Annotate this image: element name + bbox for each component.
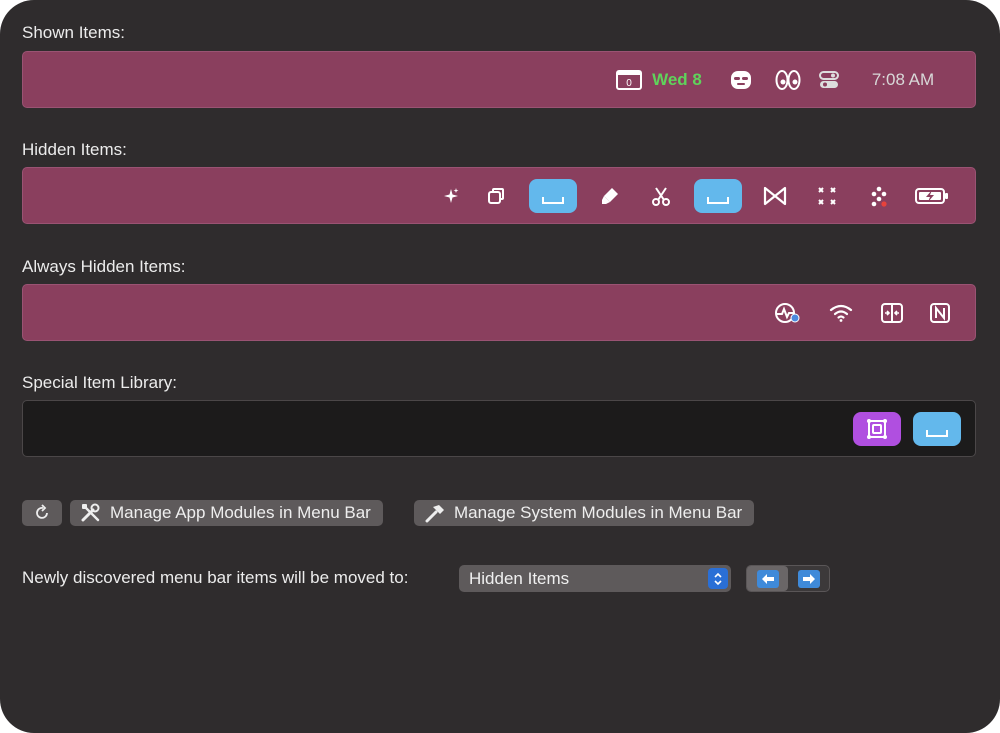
spacer-icon[interactable] bbox=[913, 411, 961, 446]
date-text: Wed 8 bbox=[652, 69, 702, 89]
spacer-icon[interactable] bbox=[694, 178, 742, 213]
destination-select[interactable]: Hidden Items bbox=[459, 565, 731, 592]
calendar-icon[interactable]: 0 bbox=[616, 69, 642, 90]
settings-window: Shown Items: 0 Wed 8 7:08 AM Hidden Item… bbox=[0, 0, 1000, 733]
destination-select-value: Hidden Items bbox=[469, 568, 570, 588]
hidden-items-bar[interactable] bbox=[22, 167, 976, 224]
hammer-icon bbox=[425, 505, 444, 523]
clock-display[interactable]: 7:08 AM bbox=[872, 70, 934, 90]
mask-icon[interactable] bbox=[729, 69, 753, 91]
special-item-library-bar[interactable] bbox=[22, 400, 976, 457]
always-hidden-items-bar[interactable] bbox=[22, 284, 976, 341]
special-item-library-label: Special Item Library: bbox=[22, 373, 177, 392]
manage-app-modules-button[interactable]: Manage App Modules in Menu Bar bbox=[70, 500, 383, 526]
move-right-button[interactable] bbox=[788, 566, 829, 591]
activity-monitor-icon[interactable] bbox=[773, 301, 803, 325]
chevron-updown-icon bbox=[708, 568, 728, 589]
dots-diamond-icon[interactable] bbox=[868, 185, 890, 207]
time-text: 7:08 AM bbox=[871, 69, 935, 89]
highlighter-icon[interactable] bbox=[599, 185, 621, 207]
eyes-icon[interactable] bbox=[775, 69, 801, 91]
scissors-icon[interactable] bbox=[650, 185, 672, 207]
direction-segmented-control[interactable] bbox=[746, 565, 830, 592]
hidden-items-label: Hidden Items: bbox=[22, 140, 127, 159]
split-view-icon[interactable] bbox=[880, 302, 904, 324]
refresh-icon bbox=[36, 504, 48, 519]
manage-system-modules-button[interactable]: Manage System Modules in Menu Bar bbox=[414, 500, 755, 526]
focus-arrows-icon[interactable] bbox=[816, 185, 838, 207]
notion-icon[interactable] bbox=[929, 302, 951, 324]
date-display[interactable]: Wed 8 bbox=[652, 70, 702, 90]
manage-system-modules-label: Manage System Modules in Menu Bar bbox=[454, 503, 743, 522]
new-items-destination-label: Newly discovered menu bar items will be … bbox=[22, 568, 409, 587]
group-item-icon[interactable] bbox=[853, 411, 901, 446]
toggle-icon[interactable] bbox=[818, 69, 840, 91]
arrow-left-icon bbox=[761, 573, 774, 584]
move-left-button[interactable] bbox=[747, 566, 788, 591]
tools-icon bbox=[81, 503, 100, 522]
shown-items-label: Shown Items: bbox=[22, 23, 125, 42]
spacer-icon[interactable] bbox=[529, 178, 577, 213]
wifi-icon[interactable] bbox=[829, 303, 853, 323]
arrow-right-icon bbox=[802, 573, 815, 584]
calendar-day-number: 0 bbox=[626, 78, 632, 89]
overlap-squares-icon[interactable] bbox=[486, 186, 506, 206]
bartender-icon[interactable] bbox=[763, 186, 787, 206]
shown-items-bar[interactable]: 0 Wed 8 7:08 AM bbox=[22, 51, 976, 108]
always-hidden-items-label: Always Hidden Items: bbox=[22, 257, 186, 276]
battery-charging-icon[interactable] bbox=[915, 187, 949, 205]
sparkle-icon[interactable] bbox=[441, 186, 461, 206]
refresh-button[interactable] bbox=[22, 500, 62, 526]
manage-app-modules-label: Manage App Modules in Menu Bar bbox=[110, 503, 371, 522]
